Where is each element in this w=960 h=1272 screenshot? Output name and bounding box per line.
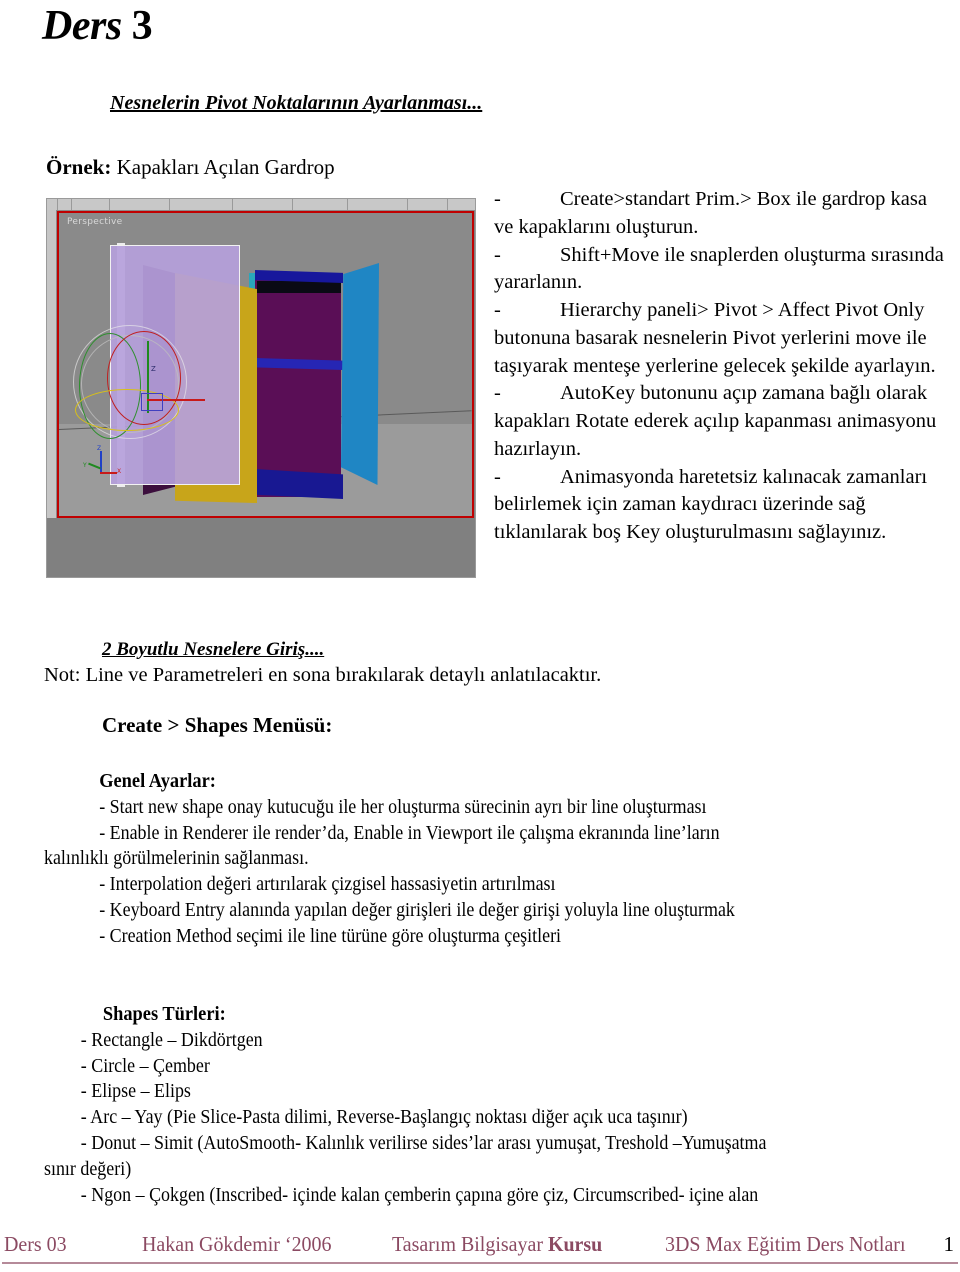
subsection-heading-2d: 2 Boyutlu Nesnelere Giriş.... [102,639,325,660]
pivot-axis-z-label: Z [151,365,156,373]
footer-course-normal: Tasarım Bilgisayar [392,1232,548,1256]
shapes-types-line: - Ngon – Çokgen (Inscribed- içinde kalan… [80,1185,759,1207]
footer-course: Tasarım Bilgisayar Kursu [392,1232,602,1257]
list-item-text: AutoKey butonunu açıp zamana bağlı olara… [494,382,937,460]
bullet-dash: - [494,188,501,210]
pivot-center-box [141,393,163,411]
page-title-prefix: Ders [42,3,132,49]
bullet-dash: - [494,465,501,488]
footer-lesson: Ders 03 [4,1232,67,1256]
general-settings-line: - Interpolation değeri artırılarak çizgi… [99,874,556,896]
list-item: - Shift+Move ile snaplerden oluşturma sır… [494,242,946,298]
shapes-types-line: - Donut – Simit (AutoSmooth- Kalınlık ve… [80,1133,767,1155]
page-number: 1 [943,1232,955,1256]
shapes-types-line: - Elipse – Elips [80,1081,191,1103]
shapes-types-heading: Shapes Türleri: [102,1003,226,1025]
general-settings-line: - Enable in Renderer ile render’da, Enab… [99,822,720,844]
create-shapes-menu-heading: Create > Shapes Menüsü: [102,713,333,737]
list-item-text: Hierarchy paneli> Pivot > Affect Pivot O… [494,299,936,377]
general-settings-heading: Genel Ayarlar: [99,770,216,792]
footer-notes: 3DS Max Eğitim Ders Notları [665,1232,906,1256]
footer-author: Hakan Gökdemir ‘2006 [142,1232,332,1256]
shapes-types-line: sınır değeri) [44,1159,132,1181]
rotate-gizmo-z-ring [75,389,179,431]
general-settings-line: kalınlıklı görülmelerinin sağlanması. [44,848,309,870]
general-settings-line: - Creation Method seçimi ile line türüne… [99,926,562,948]
instruction-list: - Create>standart Prim.> Box ile gardrop … [494,186,946,547]
shapes-types-block: Shapes Türleri: - Rectangle – Dikdörtgen… [44,1001,877,1209]
note-line: Not: Line ve Parametreleri en sona bırak… [44,664,602,686]
section-heading: Nesnelerin Pivot Noktalarının Ayarlanmas… [110,92,483,114]
bullet-dash: - [494,299,501,322]
general-settings-block: Genel Ayarlar: - Start new shape onay ku… [44,768,877,950]
page-title: Ders 3 [42,2,153,50]
world-axis-tripod: ZXY [83,445,122,475]
shapes-types-line: - Rectangle – Dikdörtgen [80,1029,263,1051]
wardrobe-interior [255,275,341,497]
list-item: - Animasyonda haretetsiz kalınacak zamanl… [494,464,946,547]
list-item: - Hierarchy paneli> Pivot > Affect Pivot … [494,297,946,380]
general-settings-line: - Keyboard Entry alanında yapılan değer … [99,900,735,922]
shapes-types-line: - Circle – Çember [80,1055,210,1077]
example-line: Örnek: Kapakları Açılan Gardrop [46,155,335,180]
page-footer: Ders 03 Hakan Gökdemir ‘2006 Tasarım Bil… [0,1232,960,1272]
viewport-label: Perspective [67,217,123,227]
example-text: Kapakları Açılan Gardrop [111,155,335,179]
shapes-types-line: - Arc – Yay (Pie Slice-Pasta dilimi, Rev… [80,1107,688,1129]
viewport-toolbar [47,199,475,211]
perspective-viewport[interactable]: Perspective Z ZXY ‹ 100 / 1 [57,211,474,518]
example-label: Örnek: [46,155,112,179]
bullet-dash: - [494,382,501,405]
viewport-left-strip [47,210,57,518]
page-title-number: 3 [131,3,153,49]
max-viewport-screenshot: Perspective Z ZXY ‹ 100 / 1 [46,198,476,578]
footer-course-bold: Kursu [547,1232,603,1256]
general-settings-line: - Start new shape onay kutucuğu ile her … [99,796,707,818]
list-item: - AutoKey butonunu açıp zamana bağlı olar… [494,380,946,463]
list-item: - Create>standart Prim.> Box ile gardrop … [494,186,946,242]
bullet-dash: - [494,243,501,266]
wardrobe-shelf-shadow [257,281,341,293]
list-item-text: Shift+Move ile snaplerden oluşturma sıra… [494,243,944,294]
wardrobe-door-blue [341,263,379,485]
